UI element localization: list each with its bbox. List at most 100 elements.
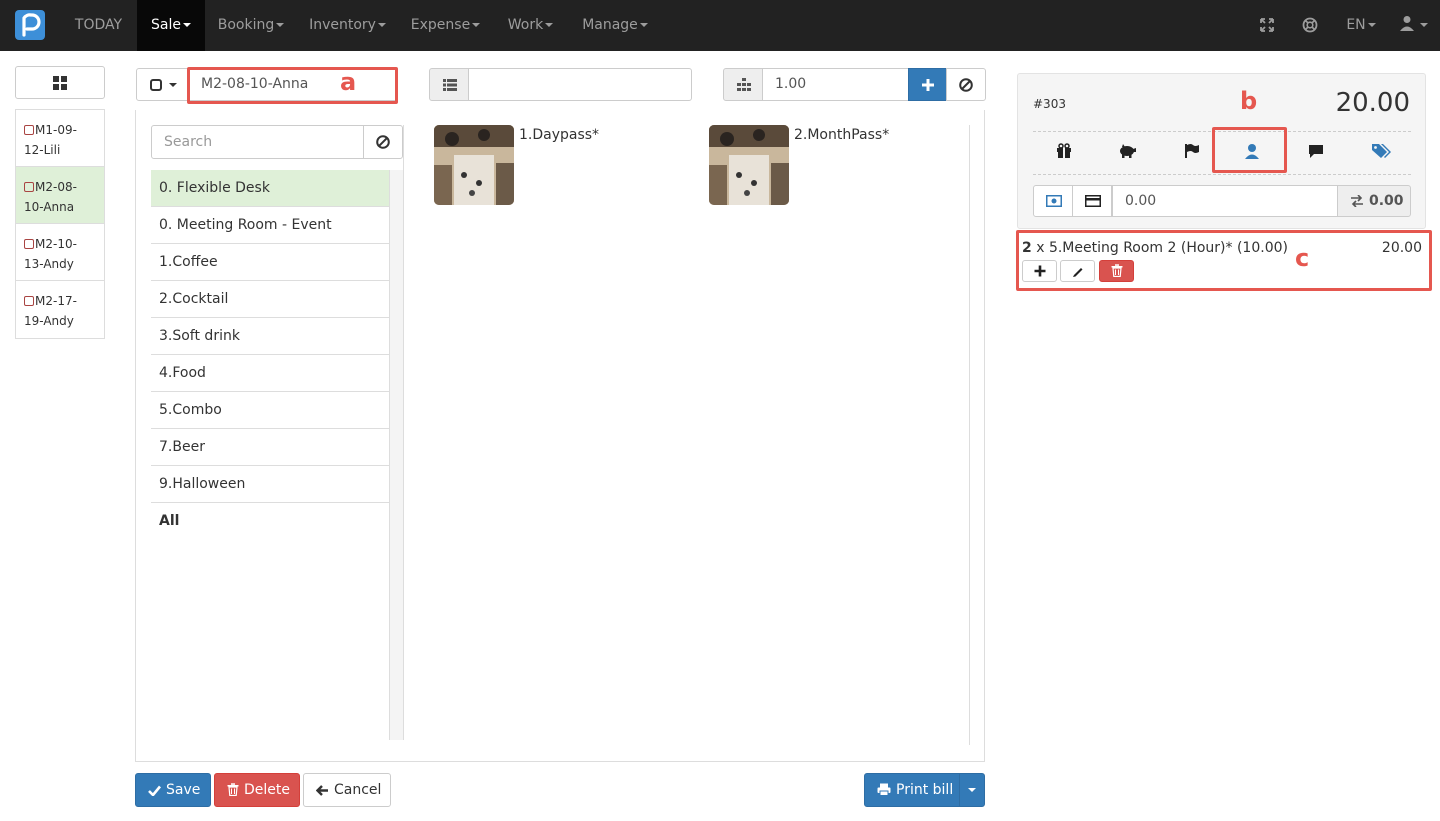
credit-card-icon <box>1085 195 1101 207</box>
quantity-input[interactable]: 1.00 <box>762 68 909 101</box>
nav-work-label: Work <box>507 17 544 33</box>
user-menu[interactable] <box>1400 0 1436 51</box>
table-item[interactable]: M2-10- 13-Andy <box>16 224 104 281</box>
print-bill-button[interactable]: Print bill <box>864 773 960 807</box>
table-status-icon <box>24 125 34 135</box>
category-label: 0. Flexible Desk <box>159 180 270 196</box>
product-image <box>709 125 789 205</box>
print-options-dropdown[interactable] <box>959 773 985 807</box>
nav-booking[interactable]: Booking <box>205 0 297 51</box>
category-label: 3.Soft drink <box>159 328 240 344</box>
category-item[interactable]: All <box>151 503 389 540</box>
printer-icon <box>877 783 891 796</box>
nav-today[interactable]: TODAY <box>60 0 137 51</box>
add-item-button[interactable] <box>908 68 947 101</box>
flag-icon[interactable] <box>1183 143 1201 161</box>
table-name-line2: 19-Andy <box>24 314 74 328</box>
nav-booking-label: Booking <box>217 17 275 33</box>
category-label: 0. Meeting Room - Event <box>159 217 332 233</box>
square-icon <box>150 79 162 91</box>
language-dropdown[interactable]: EN <box>1340 0 1382 51</box>
plus-icon <box>922 79 934 91</box>
category-item[interactable]: 1.Coffee <box>151 244 389 281</box>
delete-line-button[interactable] <box>1099 260 1134 282</box>
ban-icon <box>376 135 390 149</box>
table-status-icon <box>24 239 34 249</box>
nav-inventory[interactable]: Inventory <box>297 0 398 51</box>
support-icon[interactable] <box>1302 17 1318 33</box>
trash-icon <box>227 783 239 796</box>
nav-expense[interactable]: Expense <box>398 0 493 51</box>
chevron-down-icon <box>182 23 191 27</box>
barcode-icon <box>737 78 751 91</box>
product-name: 1.Daypass* <box>519 127 600 143</box>
card-payment-button[interactable] <box>1072 185 1112 217</box>
nav-sale-label: Sale <box>151 17 181 33</box>
category-item[interactable]: 3.Soft drink <box>151 318 389 355</box>
table-status-icon <box>24 182 34 192</box>
table-list: M1-09- 12-Lili M2-08- 10-Anna M2-10- 13-And… <box>15 109 105 339</box>
cash-payment-button[interactable] <box>1033 185 1073 217</box>
exchange-icon <box>1351 195 1363 207</box>
category-label: 7.Beer <box>159 439 205 455</box>
product-scrollbar[interactable] <box>969 125 970 745</box>
chevron-down-icon <box>169 83 177 87</box>
product-name: 2.MonthPass* <box>794 127 890 143</box>
delete-button[interactable]: Delete <box>214 773 300 807</box>
note-input[interactable] <box>468 68 692 101</box>
search-input[interactable]: Search <box>151 125 364 159</box>
edit-line-button[interactable] <box>1060 260 1095 282</box>
comment-icon[interactable] <box>1308 143 1326 161</box>
category-item[interactable]: 0. Flexible Desk <box>151 170 389 207</box>
cancel-button[interactable]: Cancel <box>303 773 391 807</box>
fullscreen-icon[interactable] <box>1259 17 1275 33</box>
search-placeholder: Search <box>164 134 213 150</box>
arrow-left-icon <box>316 785 328 796</box>
chevron-down-icon <box>377 23 386 27</box>
nav-sale[interactable]: Sale <box>137 0 205 51</box>
customer-icon[interactable] <box>1244 143 1262 161</box>
nav-manage-label: Manage <box>582 17 638 33</box>
clear-search-button[interactable] <box>363 125 403 159</box>
category-item[interactable]: 0. Meeting Room - Event <box>151 207 389 244</box>
nav-inventory-label: Inventory <box>309 17 376 33</box>
clear-quantity-button[interactable] <box>946 68 986 101</box>
divider <box>1033 174 1411 175</box>
tags-icon[interactable] <box>1371 143 1391 161</box>
gift-icon[interactable] <box>1056 143 1074 161</box>
nav-expense-label: Expense <box>410 17 471 33</box>
piggy-bank-icon[interactable] <box>1118 143 1136 161</box>
category-item[interactable]: 7.Beer <box>151 429 389 466</box>
trash-icon <box>1111 264 1123 277</box>
table-type-dropdown[interactable] <box>136 68 188 101</box>
plus-icon <box>1034 265 1046 277</box>
category-label: 2.Cocktail <box>159 291 229 307</box>
category-item[interactable]: 9.Halloween <box>151 466 389 503</box>
payment-amount-input[interactable]: 0.00 <box>1112 185 1338 217</box>
app-logo-icon[interactable] <box>15 10 45 40</box>
table-name-line1: M1-09- <box>35 123 77 137</box>
category-item[interactable]: 2.Cocktail <box>151 281 389 318</box>
increase-qty-button[interactable] <box>1022 260 1057 282</box>
category-label: 5.Combo <box>159 402 222 418</box>
category-label: 1.Coffee <box>159 254 218 270</box>
category-label: 9.Halloween <box>159 476 246 492</box>
category-item[interactable]: 5.Combo <box>151 392 389 429</box>
chevron-down-icon <box>1367 23 1376 27</box>
table-name-line1: M2-10- <box>35 237 77 251</box>
table-item[interactable]: M1-09- 12-Lili <box>16 110 104 167</box>
nav-manage[interactable]: Manage <box>568 0 662 51</box>
save-button[interactable]: Save <box>135 773 211 807</box>
annotation-label-c: c <box>1295 244 1310 272</box>
grid-view-button[interactable] <box>15 66 105 99</box>
category-label: 4.Food <box>159 365 206 381</box>
category-scrollbar[interactable] <box>390 170 404 740</box>
category-item[interactable]: 4.Food <box>151 355 389 392</box>
table-item[interactable]: M2-17- 19-Andy <box>16 281 104 338</box>
divider <box>389 170 390 740</box>
nav-work[interactable]: Work <box>493 0 568 51</box>
user-icon <box>1400 16 1414 31</box>
grid-icon <box>53 76 67 90</box>
table-item[interactable]: M2-08- 10-Anna <box>16 167 104 224</box>
save-label: Save <box>166 782 201 798</box>
